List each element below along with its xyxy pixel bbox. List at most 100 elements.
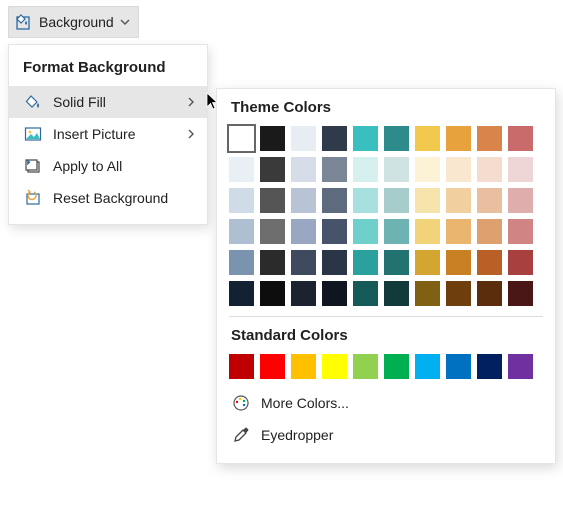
- format-background-menu: Format Background Solid Fill Insert Pict…: [8, 44, 208, 225]
- background-label: Background: [39, 14, 114, 30]
- color-swatch[interactable]: [291, 250, 316, 275]
- color-swatch[interactable]: [446, 157, 471, 182]
- color-swatch[interactable]: [446, 126, 471, 151]
- color-swatch[interactable]: [446, 219, 471, 244]
- color-swatch[interactable]: [260, 281, 285, 306]
- color-swatch[interactable]: [229, 157, 254, 182]
- color-swatch[interactable]: [477, 281, 502, 306]
- color-swatch[interactable]: [446, 188, 471, 213]
- color-swatch[interactable]: [384, 354, 409, 379]
- color-swatch[interactable]: [446, 281, 471, 306]
- color-swatch[interactable]: [353, 157, 378, 182]
- picture-icon: [23, 124, 43, 144]
- color-swatch[interactable]: [477, 219, 502, 244]
- color-swatch[interactable]: [415, 250, 440, 275]
- menu-item-reset-background[interactable]: Reset Background: [9, 182, 207, 214]
- menu-item-label: Apply to All: [53, 158, 197, 174]
- color-swatch[interactable]: [384, 281, 409, 306]
- color-swatch[interactable]: [446, 250, 471, 275]
- theme-colors-grid: [229, 126, 543, 306]
- color-swatch[interactable]: [229, 188, 254, 213]
- color-swatch[interactable]: [508, 157, 533, 182]
- color-swatch[interactable]: [508, 281, 533, 306]
- color-swatch[interactable]: [353, 354, 378, 379]
- more-colors-label: More Colors...: [261, 395, 349, 411]
- chevron-down-icon: [120, 17, 130, 27]
- color-swatch[interactable]: [353, 219, 378, 244]
- color-swatch[interactable]: [508, 126, 533, 151]
- color-swatch[interactable]: [291, 126, 316, 151]
- color-swatch[interactable]: [229, 281, 254, 306]
- color-swatch[interactable]: [353, 250, 378, 275]
- color-swatch[interactable]: [260, 188, 285, 213]
- color-swatch[interactable]: [260, 354, 285, 379]
- color-swatch[interactable]: [415, 354, 440, 379]
- chevron-right-icon: [185, 129, 197, 139]
- standard-colors-title: Standard Colors: [231, 327, 543, 344]
- color-swatch[interactable]: [291, 354, 316, 379]
- color-swatch[interactable]: [384, 188, 409, 213]
- color-swatch[interactable]: [260, 126, 285, 151]
- color-swatch[interactable]: [229, 219, 254, 244]
- solid-fill-flyout: Theme Colors Standard Colors More Colors…: [216, 88, 556, 464]
- color-swatch[interactable]: [415, 157, 440, 182]
- eyedropper-icon: [231, 425, 251, 445]
- background-dropdown-button[interactable]: Background: [8, 6, 139, 38]
- color-swatch[interactable]: [508, 250, 533, 275]
- color-swatch[interactable]: [260, 219, 285, 244]
- color-swatch[interactable]: [415, 219, 440, 244]
- palette-icon: [231, 393, 251, 413]
- color-swatch[interactable]: [260, 250, 285, 275]
- color-swatch[interactable]: [477, 126, 502, 151]
- paint-bucket-icon: [23, 92, 43, 112]
- color-swatch[interactable]: [353, 281, 378, 306]
- chevron-right-icon: [185, 97, 197, 107]
- color-swatch[interactable]: [508, 219, 533, 244]
- color-swatch[interactable]: [260, 157, 285, 182]
- color-swatch[interactable]: [384, 219, 409, 244]
- color-swatch[interactable]: [322, 188, 347, 213]
- color-swatch[interactable]: [508, 188, 533, 213]
- color-swatch[interactable]: [384, 157, 409, 182]
- color-swatch[interactable]: [291, 157, 316, 182]
- color-swatch[interactable]: [322, 219, 347, 244]
- color-swatch[interactable]: [291, 281, 316, 306]
- color-swatch[interactable]: [322, 126, 347, 151]
- color-swatch[interactable]: [353, 126, 378, 151]
- color-swatch[interactable]: [415, 188, 440, 213]
- menu-item-insert-picture[interactable]: Insert Picture: [9, 118, 207, 150]
- color-swatch[interactable]: [477, 250, 502, 275]
- menu-header: Format Background: [9, 51, 207, 86]
- separator: [229, 316, 543, 317]
- color-swatch[interactable]: [229, 250, 254, 275]
- menu-item-apply-to-all[interactable]: Apply to All: [9, 150, 207, 182]
- color-swatch[interactable]: [508, 354, 533, 379]
- color-swatch[interactable]: [415, 281, 440, 306]
- menu-item-label: Insert Picture: [53, 126, 185, 142]
- color-swatch[interactable]: [477, 354, 502, 379]
- color-swatch[interactable]: [384, 250, 409, 275]
- apply-all-icon: [23, 156, 43, 176]
- eyedropper-label: Eyedropper: [261, 427, 333, 443]
- color-swatch[interactable]: [322, 157, 347, 182]
- color-swatch[interactable]: [477, 188, 502, 213]
- color-swatch[interactable]: [446, 354, 471, 379]
- menu-item-label: Reset Background: [53, 190, 197, 206]
- menu-item-label: Solid Fill: [53, 94, 185, 110]
- color-swatch[interactable]: [415, 126, 440, 151]
- color-swatch[interactable]: [384, 126, 409, 151]
- more-colors-item[interactable]: More Colors...: [229, 387, 543, 419]
- theme-colors-title: Theme Colors: [231, 99, 543, 116]
- menu-item-solid-fill[interactable]: Solid Fill: [9, 86, 207, 118]
- color-swatch[interactable]: [322, 354, 347, 379]
- reset-icon: [23, 188, 43, 208]
- color-swatch[interactable]: [229, 354, 254, 379]
- color-swatch[interactable]: [322, 250, 347, 275]
- eyedropper-item[interactable]: Eyedropper: [229, 419, 543, 451]
- color-swatch[interactable]: [291, 219, 316, 244]
- color-swatch[interactable]: [291, 188, 316, 213]
- color-swatch[interactable]: [353, 188, 378, 213]
- color-swatch[interactable]: [322, 281, 347, 306]
- color-swatch[interactable]: [229, 126, 254, 151]
- color-swatch[interactable]: [477, 157, 502, 182]
